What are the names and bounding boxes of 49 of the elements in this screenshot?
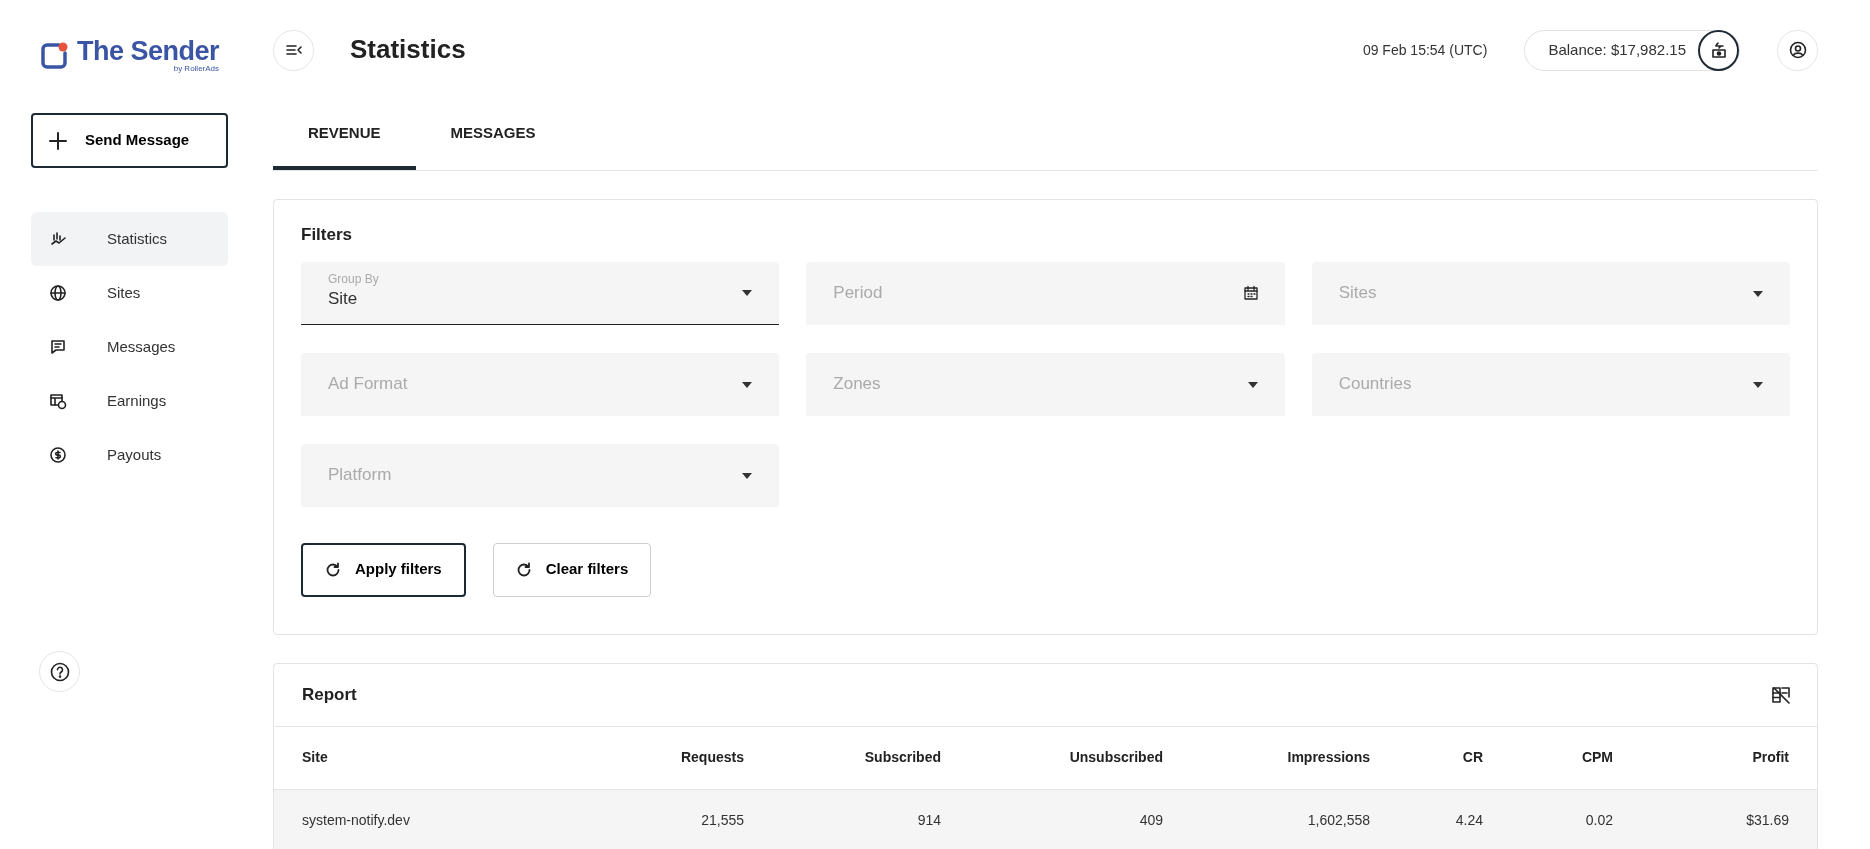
account-button[interactable] — [1777, 29, 1818, 71]
collapse-menu-button[interactable] — [273, 29, 314, 71]
grid-columns-icon — [1771, 685, 1791, 706]
dropdown-caret-icon — [741, 470, 754, 480]
sidebar-item[interactable]: Payouts — [31, 428, 228, 482]
panel-title: Report — [302, 683, 357, 706]
select-field[interactable]: Group By Site — [301, 261, 780, 325]
sidebar-item[interactable]: Messages — [31, 320, 228, 374]
balance-text: Balance: $17,982.15 — [1548, 39, 1686, 60]
plus-icon — [49, 131, 67, 150]
refresh-icon — [515, 561, 532, 578]
calendar-clock-icon — [49, 392, 67, 410]
dropdown-caret-icon — [1752, 379, 1764, 389]
table-cell: 1,602,558 — [1177, 789, 1384, 849]
help-button[interactable] — [39, 651, 80, 692]
dropdown-caret-icon — [741, 379, 754, 389]
dropdown-caret-icon — [1246, 379, 1259, 389]
globe-icon — [49, 284, 67, 302]
panel-title: Filters — [301, 224, 354, 246]
logo-byline: by RollerAds — [172, 65, 220, 73]
clear-filters-button[interactable]: Clear filters — [492, 542, 652, 597]
date-time: 09 Feb 15:54 (UTC) — [1362, 40, 1488, 60]
help-icon — [49, 661, 70, 682]
sidebar-item[interactable]: Statistics — [31, 212, 228, 266]
coin-icon — [49, 446, 67, 464]
chart-icon — [49, 230, 67, 248]
logo-text: The Sender — [77, 38, 220, 65]
sidebar-item[interactable]: Sites — [31, 266, 228, 320]
page-title: Statistics — [350, 34, 466, 66]
sidebar-item[interactable]: Earnings — [31, 374, 228, 428]
table-cell: 409 — [955, 789, 1177, 849]
table-cell: 21,555 — [558, 789, 758, 849]
refresh-icon — [325, 561, 341, 578]
table-cell: 0.02 — [1497, 789, 1627, 849]
tab[interactable]: MESSAGES — [415, 100, 571, 170]
table-cell: system-notify.dev — [274, 789, 558, 849]
send-message-button[interactable]: Send Message — [31, 113, 228, 168]
calendar-icon — [1242, 285, 1259, 301]
chat-icon — [49, 338, 67, 356]
user-icon — [1788, 41, 1807, 59]
dropdown-caret-icon — [741, 288, 754, 297]
table-cell: $31.69 — [1627, 789, 1817, 849]
table-cell: 914 — [758, 789, 955, 849]
table-cell: 4.24 — [1384, 789, 1497, 849]
tab[interactable]: REVENUE — [273, 100, 416, 170]
dropdown-caret-icon — [1752, 288, 1764, 298]
payout-button[interactable] — [1698, 29, 1739, 71]
logo-icon — [39, 40, 69, 71]
apply-filters-button[interactable]: Apply filters — [301, 542, 466, 597]
